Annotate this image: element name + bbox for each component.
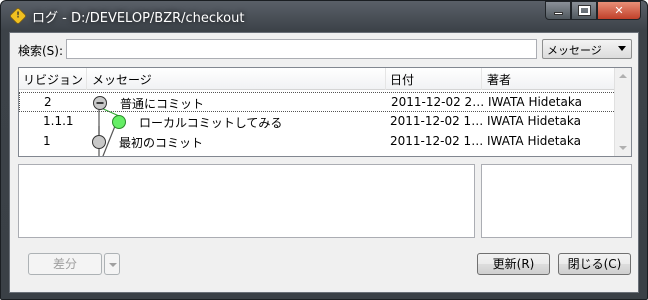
- row-date: 2011-12-02 1…: [390, 134, 484, 148]
- column-date[interactable]: 日付: [390, 71, 414, 88]
- log-window: ! ログ - D:/DEVELOP/BZR/checkout ✕ 検索(S): …: [0, 0, 648, 300]
- client-area: 検索(S): メッセージ リビジョン メッセージ 日付 著者 2 普通にコミット…: [9, 32, 639, 293]
- column-author[interactable]: 著者: [487, 71, 511, 88]
- row-message: 最初のコミット: [119, 136, 204, 150]
- row-author: IWATA Hidetaka: [487, 114, 581, 128]
- collapse-node-icon[interactable]: [92, 95, 108, 111]
- row-date: 2011-12-02 2…: [391, 95, 485, 109]
- caption-buttons: ✕: [545, 1, 641, 20]
- scroll-up-icon[interactable]: [619, 74, 627, 78]
- bazaar-app-icon[interactable]: !: [9, 7, 27, 25]
- log-row[interactable]: 1.1.1 ローカルコミットしてみる 2011-12-02 1… IWATA H…: [19, 112, 616, 132]
- title-bar[interactable]: ! ログ - D:/DEVELOP/BZR/checkout ✕: [1, 1, 647, 31]
- revision-node-icon: [92, 135, 106, 149]
- chevron-down-icon: [109, 263, 117, 267]
- window-title: ログ - D:/DEVELOP/BZR/checkout: [32, 11, 245, 26]
- changed-files-pane[interactable]: [481, 164, 632, 238]
- revision-detail-pane[interactable]: [18, 164, 475, 238]
- app-icon-glyph: !: [16, 11, 20, 20]
- column-divider[interactable]: [385, 68, 386, 90]
- row-author: IWATA Hidetaka: [487, 134, 581, 148]
- search-label: 検索(S):: [18, 44, 64, 58]
- merge-node-icon: [112, 115, 126, 129]
- vertical-scrollbar[interactable]: [614, 68, 631, 156]
- search-field-selected: メッセージ: [547, 44, 602, 57]
- log-list[interactable]: リビジョン メッセージ 日付 著者 2 普通にコミット 2011-12-02 2…: [18, 67, 632, 157]
- close-window-button[interactable]: ✕: [597, 1, 641, 20]
- row-author: IWATA Hidetaka: [488, 95, 582, 109]
- row-revision: 1: [43, 134, 51, 148]
- close-icon: ✕: [614, 4, 624, 17]
- diff-button[interactable]: 差分: [28, 253, 102, 275]
- row-message: 普通にコミット: [120, 97, 205, 111]
- scroll-down-icon[interactable]: [619, 146, 627, 150]
- minimize-button[interactable]: [545, 1, 571, 20]
- chevron-down-icon: [618, 46, 626, 51]
- search-input[interactable]: [66, 39, 537, 59]
- maximize-button[interactable]: [571, 1, 597, 20]
- minimize-icon: [554, 12, 563, 15]
- row-message: ローカルコミットしてみる: [139, 116, 283, 130]
- row-date: 2011-12-02 1…: [390, 114, 484, 128]
- refresh-button[interactable]: 更新(R): [477, 253, 550, 275]
- row-revision: 2: [44, 95, 52, 109]
- close-button[interactable]: 閉じる(C): [558, 253, 631, 275]
- maximize-icon: [578, 5, 591, 16]
- log-row[interactable]: 1 最初のコミット 2011-12-02 1… IWATA Hidetaka: [19, 132, 616, 152]
- column-divider[interactable]: [481, 68, 482, 90]
- log-row[interactable]: 2 普通にコミット 2011-12-02 2… IWATA Hidetaka: [19, 92, 616, 112]
- search-field-select[interactable]: メッセージ: [542, 39, 632, 59]
- row-revision: 1.1.1: [43, 114, 74, 128]
- diff-dropdown-button[interactable]: [104, 253, 120, 275]
